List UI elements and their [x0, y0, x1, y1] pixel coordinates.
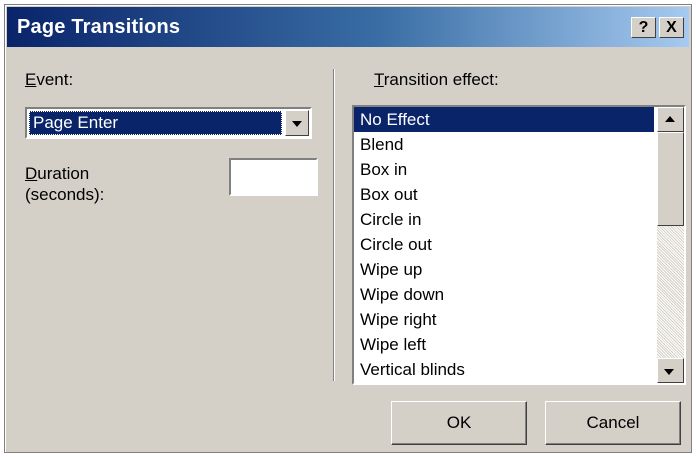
duration-input[interactable]	[229, 158, 318, 196]
list-item[interactable]: Wipe right	[354, 307, 654, 332]
list-scrollbar[interactable]	[657, 107, 684, 383]
event-selected-value: Page Enter	[29, 111, 282, 135]
title-bar[interactable]: Page Transitions ? X	[7, 7, 689, 47]
vertical-divider	[333, 69, 335, 381]
transition-label-mnemonic: T	[374, 70, 384, 89]
list-item[interactable]: Box in	[354, 157, 654, 182]
page-transitions-dialog: Page Transitions ? X Event: Page Enter D…	[4, 4, 692, 453]
window-title: Page Transitions	[17, 16, 181, 38]
transition-label-rest: ransition effect:	[383, 70, 499, 89]
transition-items: No Effect Blend Box in Box out Circle in Circ…	[354, 107, 684, 382]
close-button[interactable]: X	[659, 17, 684, 38]
event-label-mnemonic: E	[25, 70, 37, 89]
cancel-button[interactable]: Cancel	[545, 401, 681, 445]
help-button[interactable]: ?	[631, 17, 656, 38]
list-item[interactable]: Box out	[354, 182, 654, 207]
event-dropdown[interactable]: Page Enter	[25, 107, 312, 139]
duration-label-line2: (seconds):	[25, 185, 105, 204]
duration-label: Duration (seconds):	[25, 163, 104, 205]
scroll-up-arrow-icon	[665, 116, 675, 122]
list-item[interactable]: Wipe down	[354, 282, 654, 307]
chevron-down-icon	[292, 121, 302, 127]
transition-effect-label: Transition effect:	[374, 69, 499, 90]
list-item[interactable]: Vertical blinds	[354, 357, 654, 382]
list-item[interactable]: Circle in	[354, 207, 654, 232]
transition-effect-list[interactable]: No Effect Blend Box in Box out Circle in Circ…	[352, 105, 686, 385]
scroll-down-button[interactable]	[657, 358, 684, 383]
scrollbar-thumb[interactable]	[657, 132, 684, 226]
scroll-up-button[interactable]	[657, 107, 684, 132]
duration-label-line1-rest: uration	[37, 164, 90, 183]
event-dropdown-button[interactable]	[285, 110, 309, 136]
scroll-down-arrow-icon	[664, 369, 674, 375]
list-item[interactable]: Wipe up	[354, 257, 654, 282]
duration-label-mnemonic: D	[25, 164, 38, 183]
ok-button[interactable]: OK	[391, 401, 527, 445]
list-item[interactable]: Circle out	[354, 232, 654, 257]
event-label: Event:	[25, 69, 73, 90]
list-item[interactable]: Wipe left	[354, 332, 654, 357]
list-item[interactable]: No Effect	[354, 107, 654, 132]
list-item[interactable]: Blend	[354, 132, 654, 157]
event-label-rest: vent:	[36, 70, 74, 89]
